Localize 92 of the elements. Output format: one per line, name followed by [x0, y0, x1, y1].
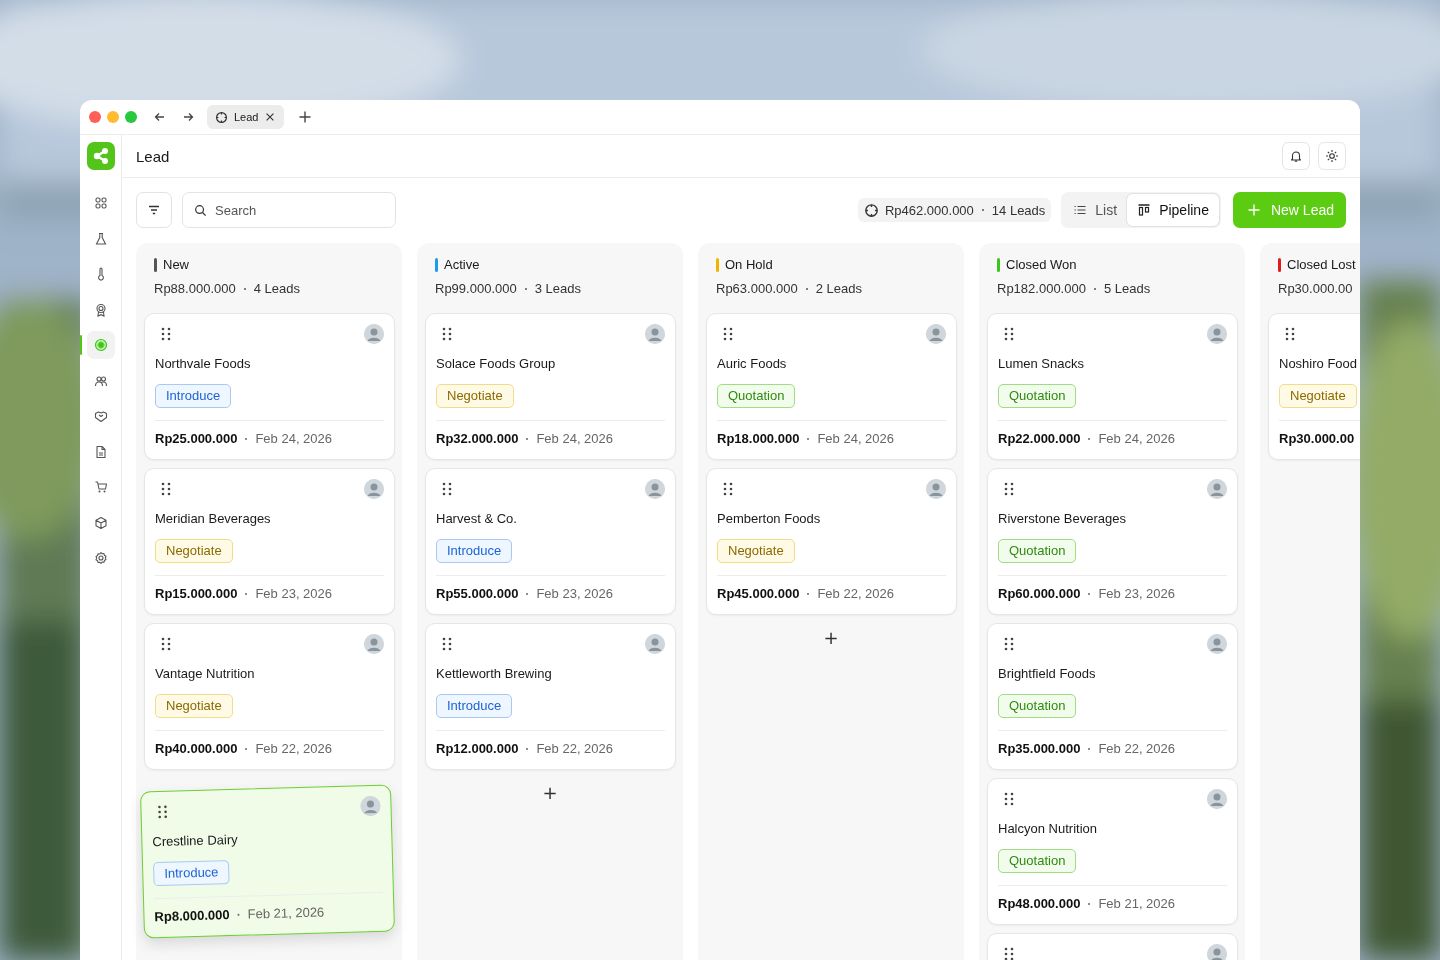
deal-date: Feb 22, 2026: [255, 740, 333, 758]
stage-tag: Negotiate: [717, 539, 795, 563]
column-title: New: [163, 256, 189, 274]
stage-tag: Negotiate: [155, 694, 233, 718]
deal-amount: Rp30.000.00: [1279, 430, 1355, 448]
column-total: Rp88.000.000: [154, 280, 236, 298]
lead-count: 2 Leads: [815, 280, 862, 298]
stage-tag: Negotiate: [436, 384, 514, 408]
deal-amount: Rp15.000.000: [155, 585, 238, 603]
lead-card[interactable]: Harvest & Co. Introduce Rp55.000.000 Feb 23, 2026: [425, 468, 676, 615]
company-name: Riverstone Beverages: [998, 510, 1127, 528]
lead-card[interactable]: Lumen Snacks Quotation Rp22.000.000 Feb 24, 2026: [987, 313, 1238, 460]
lead-card[interactable]: Auric Foods Quotation Rp18.000.000 Feb 24, 2026: [706, 313, 957, 460]
stage-tag: Negotiate: [1279, 384, 1357, 408]
stage-tag: Introduce: [436, 694, 513, 718]
stage-tag: Quotation: [717, 384, 796, 408]
browser-tab[interactable]: Lead: [207, 105, 285, 129]
deal-amount: Rp55.000.000: [436, 585, 519, 603]
company-name: Northvale Foods: [155, 355, 252, 373]
deal-date: Feb 22, 2026: [817, 585, 895, 603]
lead-count: 4 Leads: [253, 280, 300, 298]
column-total: Rp63.000.000: [716, 280, 798, 298]
deal-amount: Rp35.000.000: [998, 740, 1081, 758]
add-card-button[interactable]: +: [813, 623, 849, 652]
company-name: Meridian Beverages: [155, 510, 272, 528]
company-name: Vantage Nutrition: [155, 665, 256, 683]
lead-card[interactable]: Noshiro Food Negotiate Rp30.000.00: [1268, 313, 1360, 460]
lead-card[interactable]: Solace Foods Group Negotiate Rp32.000.000 Feb 24, 2026: [425, 313, 676, 460]
column-total: Rp99.000.000: [435, 280, 517, 298]
deal-amount: Rp32.000.000: [436, 430, 519, 448]
company-name: Auric Foods: [717, 355, 788, 373]
deal-amount: Rp22.000.000: [998, 430, 1081, 448]
deal-date: Feb 21, 2026: [1098, 895, 1176, 913]
stage-tag: Quotation: [998, 694, 1077, 718]
company-name: Kettleworth Brewing: [436, 665, 553, 683]
deal-date: Feb 24, 2026: [1098, 430, 1176, 448]
deal-amount: Rp12.000.000: [436, 740, 519, 758]
lead-card[interactable]: Riverstone Beverages Quotation Rp60.000.000 Feb 23, 2026: [987, 468, 1238, 615]
deal-date: Feb 23, 2026: [1098, 585, 1176, 603]
stage-tag: Introduce: [436, 539, 513, 563]
company-name: Halcyon Nutrition: [998, 820, 1098, 838]
column-title: Closed Won: [1006, 256, 1077, 274]
lead-card[interactable]: Brightfield Foods Quotation Rp35.000.000 Feb 22, 2026: [987, 623, 1238, 770]
column-total: Rp182.000.000: [997, 280, 1086, 298]
lead-count: 3 Leads: [534, 280, 581, 298]
deal-amount: Rp60.000.000: [998, 585, 1081, 603]
deal-amount: Rp18.000.000: [717, 430, 800, 448]
company-name: Solace Foods Group: [436, 355, 557, 373]
lead-card[interactable]: Crestline Dairy Introduce Rp8.000.000 Feb 21, 2026: [140, 784, 395, 939]
stage-tag: Quotation: [998, 849, 1077, 873]
total-amount: Rp462.000.000: [884, 202, 974, 218]
column-title: On Hold: [725, 256, 773, 274]
lead-card[interactable]: Kettleworth Brewing Introduce Rp12.000.000 Feb 22, 2026: [425, 623, 676, 770]
deal-date: Feb 23, 2026: [536, 585, 614, 603]
column-title: Active: [444, 256, 480, 274]
lead-count: 5 Leads: [1103, 280, 1151, 298]
company-name: Brightfield Foods: [998, 665, 1097, 683]
deal-date: Feb 22, 2026: [536, 740, 614, 758]
view-toggle-button[interactable]: List: [1063, 194, 1128, 226]
deal-date: Feb 24, 2026: [536, 430, 614, 448]
lead-card[interactable]: Meridian Beverages Negotiate Rp15.000.000 Feb 23, 2026: [144, 468, 395, 615]
deal-amount: Rp8.000.000: [154, 906, 230, 927]
deal-amount: Rp40.000.000: [155, 740, 238, 758]
stage-tag: Negotiate: [155, 539, 233, 563]
deal-date: Feb 22, 2026: [1098, 740, 1176, 758]
deal-date: Feb 24, 2026: [817, 430, 895, 448]
company-name: Crestline Dairy: [152, 830, 239, 852]
deal-date: Feb 21, 2026: [247, 903, 325, 924]
lead-card[interactable]: Halcyon Nutrition Quotation Rp48.000.000 Feb 21, 2026: [987, 778, 1238, 925]
view-toggle-button[interactable]: Pipeline: [1127, 194, 1219, 226]
lead-card[interactable]: Vantage Nutrition Negotiate Rp40.000.000 Feb 22, 2026: [144, 623, 395, 770]
stage-tag: Quotation: [998, 384, 1077, 408]
deal-date: Feb 24, 2026: [255, 430, 333, 448]
stage-tag: Quotation: [998, 539, 1077, 563]
company-name: Harvest & Co.: [436, 510, 518, 528]
stage-tag: Introduce: [155, 384, 232, 408]
stage-tag: Introduce: [152, 860, 230, 887]
deal-date: Feb 23, 2026: [255, 585, 333, 603]
lead-card[interactable]: Pemberton Foods Negotiate Rp45.000.000 Feb 22, 2026: [706, 468, 957, 615]
lead-card[interactable]: Northvale Foods Introduce Rp25.000.000 Feb 24, 2026: [144, 313, 395, 460]
deal-amount: Rp48.000.000: [998, 895, 1081, 913]
column-total: Rp30.000.00: [1278, 280, 1353, 298]
page-title: Lead: [136, 147, 171, 165]
add-card-button[interactable]: +: [532, 778, 568, 807]
company-name: Noshiro Food: [1279, 355, 1359, 373]
deal-amount: Rp45.000.000: [717, 585, 800, 603]
search-field[interactable]: Search: [182, 192, 396, 228]
lead-total: 14 Leads: [991, 202, 1046, 218]
company-name: Lumen Snacks: [998, 355, 1085, 373]
column-title: Closed Lost: [1287, 256, 1356, 274]
company-name: Pemberton Foods: [717, 510, 822, 528]
deal-amount: Rp25.000.000: [155, 430, 238, 448]
